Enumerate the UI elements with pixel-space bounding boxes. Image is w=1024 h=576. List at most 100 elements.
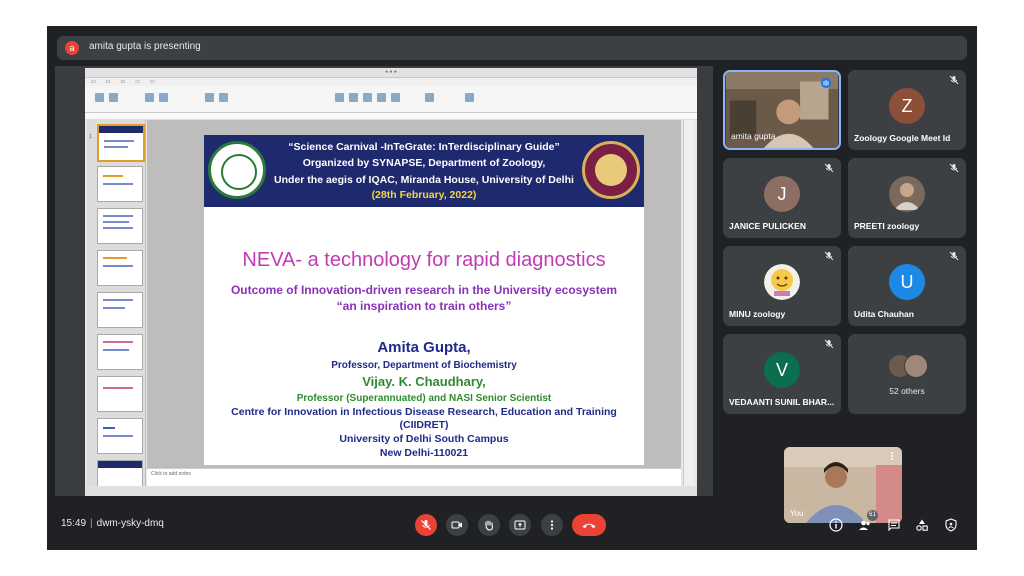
more-options-button[interactable] bbox=[541, 514, 563, 536]
participant-avatar: V bbox=[764, 352, 800, 388]
vertical-scrollbar[interactable] bbox=[683, 120, 694, 486]
self-label: You bbox=[790, 509, 804, 518]
presenting-text: amita gupta is presenting bbox=[89, 41, 201, 52]
participant-count-badge: 61 bbox=[867, 510, 878, 521]
raise-hand-button[interactable] bbox=[478, 514, 500, 536]
mic-off-icon bbox=[949, 75, 959, 85]
notes-pane[interactable]: Click to add notes bbox=[147, 468, 681, 486]
meeting-code[interactable]: dwm-ysky-dmq bbox=[97, 518, 164, 529]
participant-tile[interactable]: J JANICE PULICKEN bbox=[723, 158, 841, 238]
ribbon-icon[interactable] bbox=[109, 93, 118, 102]
participant-name: PREETI zoology bbox=[854, 221, 920, 231]
more-vert-icon bbox=[550, 520, 554, 530]
miranda-house-logo bbox=[208, 141, 266, 199]
presenter-role: Professor, Department of Biochemistry bbox=[331, 360, 517, 371]
participant-name: MINU zoology bbox=[729, 309, 786, 319]
chat-button[interactable] bbox=[885, 516, 903, 534]
slide-header-line: “Science Carnival -InTeGrate: InTerdisci… bbox=[288, 141, 560, 153]
ribbon-icon[interactable] bbox=[465, 93, 474, 102]
slide-thumbnail[interactable] bbox=[97, 334, 143, 370]
slide-header-date: (28th February, 2022) bbox=[371, 189, 477, 201]
participant-tile[interactable]: V VEDAANTI SUNIL BHAR... bbox=[723, 334, 841, 414]
ribbon-tab[interactable]: ▭ bbox=[150, 78, 155, 86]
participant-name: JANICE PULICKEN bbox=[729, 221, 806, 231]
ribbon-icon[interactable] bbox=[95, 93, 104, 102]
participant-avatar: Z bbox=[889, 88, 925, 124]
chat-icon bbox=[888, 519, 900, 532]
slide-thumbnail[interactable] bbox=[97, 460, 143, 486]
ribbon-tabs: ▭ ▭ ▭ ▭ ▭ bbox=[85, 78, 697, 86]
host-controls-button[interactable] bbox=[942, 516, 960, 534]
slide-thumbnail[interactable] bbox=[97, 418, 143, 454]
slide-thumbnails: 1 bbox=[87, 120, 146, 486]
city-name: New Delhi-110021 bbox=[379, 447, 469, 459]
camera-toggle-button[interactable] bbox=[446, 514, 468, 536]
ribbon-icon[interactable] bbox=[145, 93, 154, 102]
participant-tile[interactable]: PREETI zoology bbox=[848, 158, 966, 238]
ribbon-tab[interactable]: ▭ bbox=[135, 78, 140, 86]
slide-title: NEVA- a technology for rapid diagnostics bbox=[242, 249, 606, 271]
participant-name: Zoology Google Meet Id bbox=[854, 133, 951, 143]
participant-photo bbox=[889, 176, 925, 212]
ribbon-tab[interactable]: ▭ bbox=[106, 78, 111, 86]
presenter-avatar: a bbox=[65, 41, 79, 55]
app-titlebar: ● ● ● bbox=[85, 68, 697, 78]
participant-tile[interactable]: Z Zoology Google Meet Id bbox=[848, 70, 966, 150]
participant-tile[interactable]: amita gupta bbox=[723, 70, 841, 150]
slide-thumbnail[interactable] bbox=[97, 250, 143, 286]
presenter-role: Professor (Superannuated) and NASI Senio… bbox=[296, 393, 552, 404]
status-bar bbox=[85, 486, 697, 496]
leave-call-button[interactable] bbox=[572, 514, 606, 536]
participant-tile[interactable]: MINU zoology bbox=[723, 246, 841, 326]
meeting-details-button[interactable] bbox=[827, 516, 845, 534]
more-icon[interactable] bbox=[887, 451, 897, 461]
participant-avatar: J bbox=[764, 176, 800, 212]
ribbon-icon[interactable] bbox=[363, 93, 372, 102]
slide-thumbnail[interactable] bbox=[97, 124, 145, 162]
audio-level-icon bbox=[821, 78, 831, 88]
slide-header-line: Organized by SYNAPSE, Department of Zool… bbox=[302, 157, 546, 169]
participant-name: Udita Chauhan bbox=[854, 309, 914, 319]
present-screen-button[interactable] bbox=[509, 514, 531, 536]
presenter-name: Amita Gupta, bbox=[377, 339, 471, 356]
mic-off-icon bbox=[824, 163, 834, 173]
emoji-avatar bbox=[764, 264, 800, 300]
ribbon-icon[interactable] bbox=[349, 93, 358, 102]
slide-thumbnail[interactable] bbox=[97, 376, 143, 412]
ribbon-icon[interactable] bbox=[425, 93, 434, 102]
mic-off-icon bbox=[949, 251, 959, 261]
ribbon-tab[interactable]: ▭ bbox=[91, 78, 96, 86]
hand-icon bbox=[485, 520, 494, 531]
others-tile[interactable]: 52 others bbox=[848, 334, 966, 414]
centre-abbreviation: (CIIDRET) bbox=[399, 419, 449, 431]
ribbon-icon[interactable] bbox=[219, 93, 228, 102]
ribbon-icon[interactable] bbox=[159, 93, 168, 102]
ribbon-icon[interactable] bbox=[335, 93, 344, 102]
activities-button[interactable] bbox=[913, 516, 931, 534]
mic-off-icon bbox=[824, 251, 834, 261]
info-icon bbox=[829, 518, 843, 532]
activities-icon bbox=[916, 519, 928, 531]
ruler bbox=[85, 113, 697, 120]
slide-thumbnail[interactable] bbox=[97, 208, 143, 244]
self-view[interactable]: You bbox=[784, 447, 902, 523]
separator: | bbox=[90, 518, 93, 529]
participant-name: VEDAANTI SUNIL BHAR... bbox=[729, 397, 835, 407]
university-name: University of Delhi South Campus bbox=[339, 433, 509, 445]
ribbon-icon[interactable] bbox=[391, 93, 400, 102]
shield-icon bbox=[945, 518, 957, 532]
centre-name: Centre for Innovation in Infectious Dise… bbox=[231, 406, 617, 418]
current-slide: “Science Carnival -InTeGrate: InTerdisci… bbox=[204, 135, 644, 465]
university-of-delhi-logo bbox=[582, 141, 640, 199]
ribbon-icon[interactable] bbox=[205, 93, 214, 102]
mic-toggle-button[interactable] bbox=[415, 514, 437, 536]
ribbon-tab[interactable]: ▭ bbox=[120, 78, 125, 86]
slide-header-line: Under the aegis of IQAC, Miranda House, … bbox=[274, 174, 574, 186]
ribbon-icon[interactable] bbox=[377, 93, 386, 102]
slide-thumbnail[interactable] bbox=[97, 166, 143, 202]
slide-thumbnail[interactable] bbox=[97, 292, 143, 328]
camera-icon bbox=[451, 521, 462, 529]
participant-tile[interactable]: U Udita Chauhan bbox=[848, 246, 966, 326]
ribbon-toolbar bbox=[85, 86, 697, 113]
participant-avatar: U bbox=[889, 264, 925, 300]
